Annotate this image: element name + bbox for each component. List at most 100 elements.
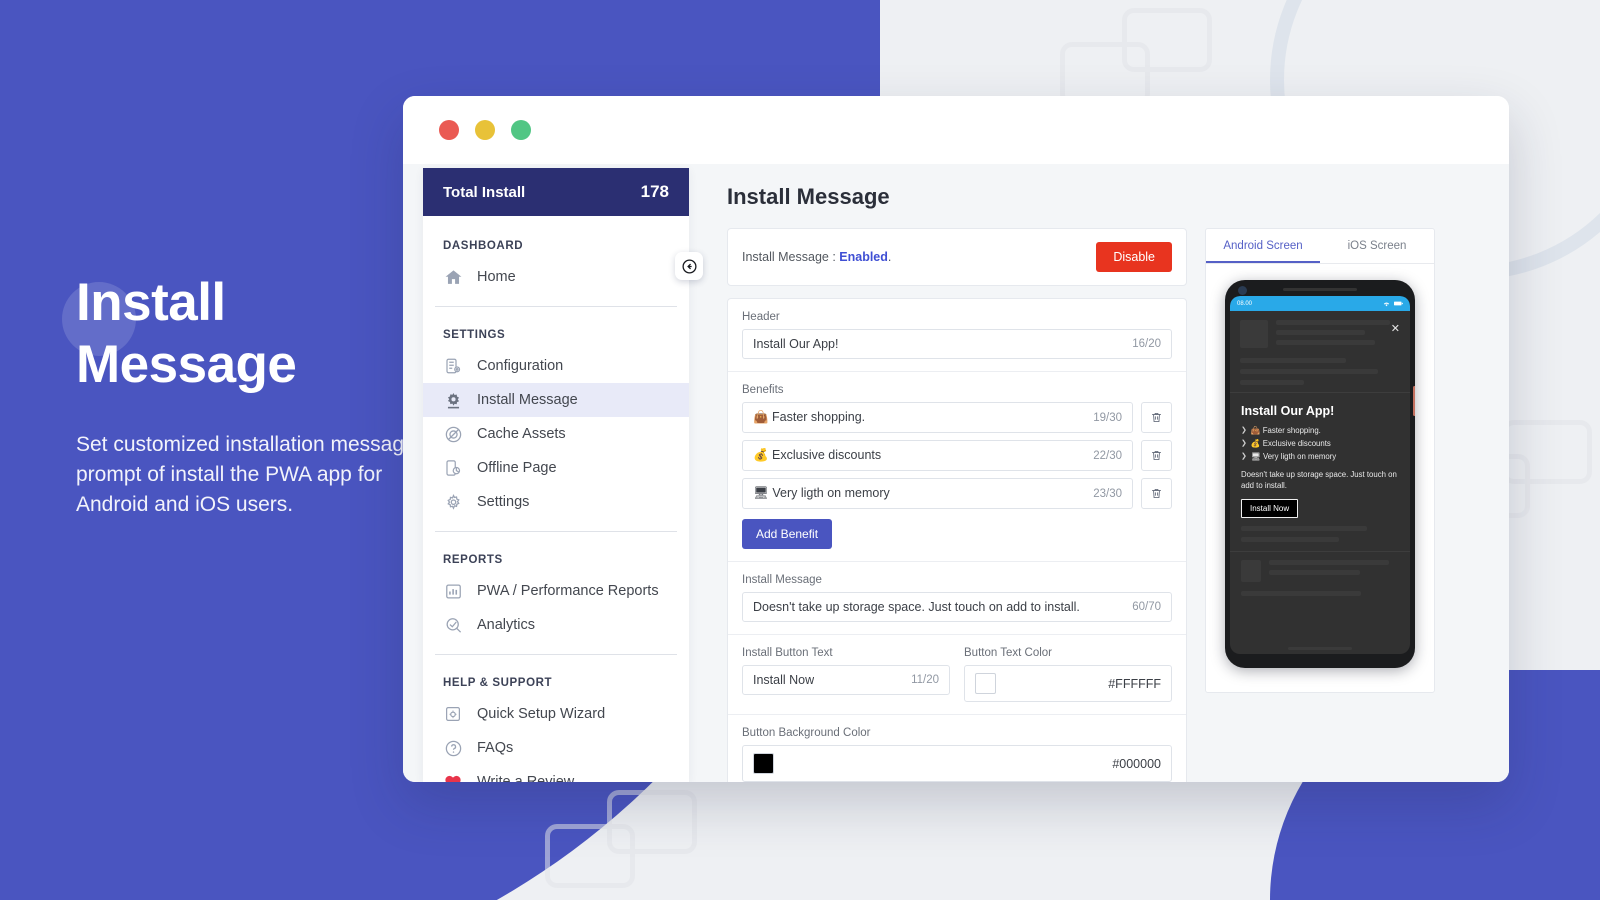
skeleton-line xyxy=(1269,560,1389,565)
hero-title-line2: Message xyxy=(76,335,297,394)
disable-button[interactable]: Disable xyxy=(1096,242,1172,272)
sidebar-item-label: Install Message xyxy=(477,392,578,408)
sidebar-item-install-message[interactable]: Install Message xyxy=(423,383,689,417)
close-window-button[interactable] xyxy=(439,120,459,140)
phone-home-indicator xyxy=(1288,647,1352,650)
home-icon xyxy=(443,267,463,287)
benefit-value: 💰 Exclusive discounts xyxy=(753,448,882,462)
configuration-icon xyxy=(443,356,463,376)
preview-message: Doesn't take up storage space. Just touc… xyxy=(1241,470,1397,490)
install-message-label: Install Message xyxy=(742,574,822,586)
close-x-icon[interactable]: ✕ xyxy=(1391,324,1400,335)
skeleton-block xyxy=(1240,320,1268,348)
header-input-value: Install Our App! xyxy=(753,337,839,351)
status-prefix: Install Message : xyxy=(742,250,840,264)
preview-benefit-item: ❯ 💰 Exclusive discounts xyxy=(1241,437,1399,450)
content-row: Install Message : Enabled. Disable Heade… xyxy=(727,228,1485,782)
add-benefit-button[interactable]: Add Benefit xyxy=(742,519,833,549)
nav-heading-help-support: HELP & SUPPORT xyxy=(443,677,553,689)
sidebar-item-label: PWA / Performance Reports xyxy=(477,583,659,599)
window-titlebar xyxy=(403,96,1509,164)
gear-install-icon xyxy=(443,390,463,410)
install-button-text-value: Install Now xyxy=(753,673,815,687)
benefit-counter: 22/30 xyxy=(1093,449,1122,462)
skeleton-line xyxy=(1241,591,1362,596)
tab-android-screen[interactable]: Android Screen xyxy=(1206,229,1320,263)
install-message-form-card: Header Install Our App! 16/20 Benefits 👜… xyxy=(727,298,1187,782)
install-message-value: Doesn't take up storage space. Just touc… xyxy=(753,600,1080,614)
tab-ios-screen[interactable]: iOS Screen xyxy=(1320,229,1434,263)
sidebar-divider-1 xyxy=(435,306,677,307)
install-button-text-input[interactable]: Install Now 11/20 xyxy=(742,665,950,695)
benefit-value: 🖥 Very ligth on memory xyxy=(753,486,890,500)
total-install-label: Total Install xyxy=(443,183,526,201)
install-button-text-counter: 11/20 xyxy=(911,674,939,686)
hero-section: Install Message Set customized installat… xyxy=(62,272,416,520)
skeleton-line xyxy=(1240,380,1304,385)
preview-benefit-text: 👜 Faster shopping. xyxy=(1250,426,1321,435)
benefit-input-2[interactable]: 💰 Exclusive discounts 22/30 xyxy=(742,440,1133,471)
sidebar-collapse-button[interactable] xyxy=(675,252,703,280)
sidebar: Total Install 178 DASHBOARD Home SETTING… xyxy=(423,168,703,782)
sidebar-item-analytics[interactable]: Analytics xyxy=(423,608,689,642)
header-field-section: Header Install Our App! 16/20 xyxy=(728,299,1186,372)
wifi-icon xyxy=(1383,302,1390,306)
arrow-left-circle-icon xyxy=(681,258,697,274)
skeleton-line xyxy=(1276,340,1376,345)
trash-icon xyxy=(1152,412,1161,423)
sidebar-item-label: Quick Setup Wizard xyxy=(477,706,606,722)
button-text-color-swatch[interactable] xyxy=(975,673,996,694)
maximize-window-button[interactable] xyxy=(511,120,531,140)
sidebar-item-offline-page[interactable]: Offline Page xyxy=(423,451,689,485)
status-suffix: . xyxy=(887,250,892,264)
sidebar-item-cache-assets[interactable]: Cache Assets xyxy=(423,417,689,451)
sidebar-item-pwa-performance-reports[interactable]: PWA / Performance Reports xyxy=(423,574,689,608)
sidebar-item-settings[interactable]: Settings xyxy=(423,485,689,519)
delete-benefit-button-3[interactable] xyxy=(1141,478,1172,509)
benefits-label: Benefits xyxy=(742,384,784,396)
offline-page-icon xyxy=(443,458,463,478)
sidebar-item-faqs[interactable]: FAQs xyxy=(423,731,689,765)
button-text-color-input[interactable]: #FFFFFF xyxy=(964,665,1172,702)
minimize-window-button[interactable] xyxy=(475,120,495,140)
sidebar-item-configuration[interactable]: Configuration xyxy=(423,349,689,383)
benefit-row: 💰 Exclusive discounts 22/30 xyxy=(742,440,1172,471)
preview-tabs: Android Screen iOS Screen xyxy=(1206,229,1434,264)
button-background-color-swatch[interactable] xyxy=(753,753,774,774)
screenshot-stage: Install Message Set customized installat… xyxy=(0,0,1600,900)
sidebar-item-label: Configuration xyxy=(477,358,564,374)
skeleton-line xyxy=(1240,358,1346,363)
android-phone-mockup: 08.00 ✕ Install Our App! ❯ 👜 Faster shop… xyxy=(1225,280,1415,668)
phone-power-button[interactable] xyxy=(1413,386,1415,416)
button-background-color-input[interactable]: #000000 xyxy=(742,745,1172,782)
header-input[interactable]: Install Our App! 16/20 xyxy=(742,329,1172,359)
install-message-section: Install Message Doesn't take up storage … xyxy=(728,562,1186,635)
preview-install-button[interactable]: Install Now xyxy=(1241,499,1299,518)
benefit-input-3[interactable]: 🖥 Very ligth on memory 23/30 xyxy=(742,478,1133,509)
button-text-color-label: Button Text Color xyxy=(964,647,1053,659)
install-prompt-preview: Install Our App! ❯ 👜 Faster shopping. ❯ 💰 … xyxy=(1230,392,1410,542)
sidebar-item-write-a-review[interactable]: Write a Review xyxy=(423,765,689,782)
sidebar-item-quick-setup-wizard[interactable]: Quick Setup Wizard xyxy=(423,697,689,731)
sidebar-item-label: Home xyxy=(477,269,516,285)
heart-icon xyxy=(443,772,463,782)
preview-benefit-text: 🖥 Very ligth on memory xyxy=(1250,452,1337,461)
skeleton-line xyxy=(1241,526,1368,531)
benefit-input-1[interactable]: 👜 Faster shopping. 19/30 xyxy=(742,402,1133,433)
form-column: Install Message : Enabled. Disable Heade… xyxy=(727,228,1187,782)
nav-heading-dashboard: DASHBOARD xyxy=(443,240,524,252)
status-state: Enabled xyxy=(839,250,888,264)
install-message-input[interactable]: Doesn't take up storage space. Just touc… xyxy=(742,592,1172,622)
phone-front-camera xyxy=(1238,286,1247,295)
delete-benefit-button-2[interactable] xyxy=(1141,440,1172,471)
total-install-value: 178 xyxy=(640,182,669,201)
total-install-banner: Total Install 178 xyxy=(423,168,689,216)
phone-status-bar: 08.00 xyxy=(1230,296,1410,311)
preview-panel: Android Screen iOS Screen 08.00 ✕ Instal… xyxy=(1205,228,1435,693)
bar-chart-icon xyxy=(443,581,463,601)
hero-title-line1: Install xyxy=(76,273,226,332)
sidebar-item-home[interactable]: Home xyxy=(423,260,689,294)
delete-benefit-button-1[interactable] xyxy=(1141,402,1172,433)
button-text-color-value: #FFFFFF xyxy=(1108,676,1161,691)
skeleton-line xyxy=(1276,320,1391,325)
